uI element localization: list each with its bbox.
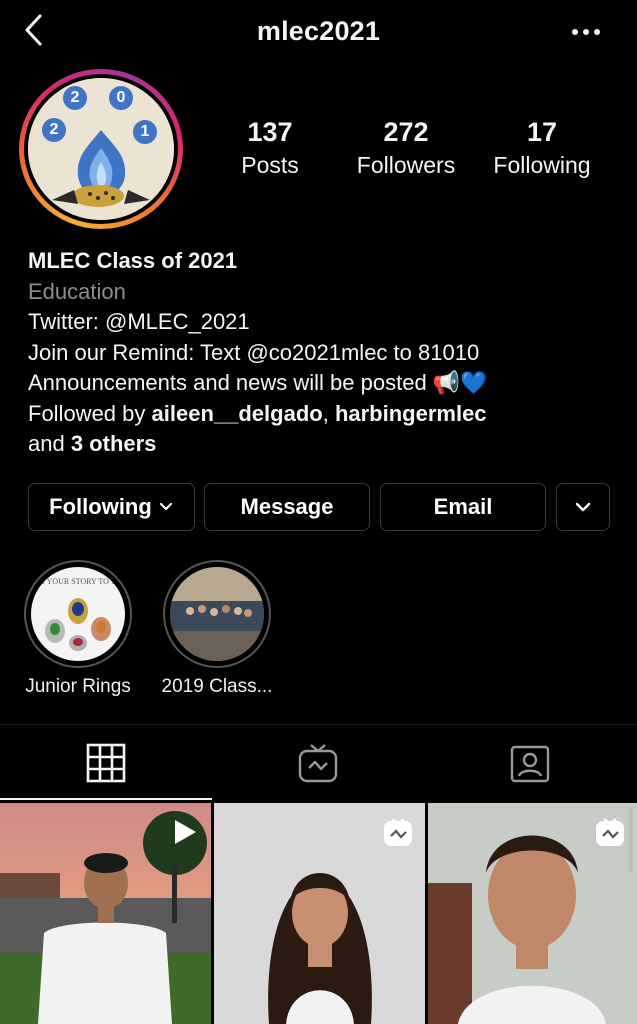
bio-line: Announcements and news will be posted 📢💙 — [28, 370, 488, 395]
highlight-label: Junior Rings — [25, 676, 131, 697]
followed-by-and: and — [28, 431, 71, 456]
profile-bio: MLEC Class of 2021 Education Twitter: @M… — [28, 246, 618, 460]
followers-count[interactable]: 272 Followers — [341, 116, 471, 180]
following-count[interactable]: 17 Following — [477, 116, 607, 180]
scrollbar[interactable] — [629, 808, 633, 872]
followed-by-user[interactable]: harbingermlec — [335, 401, 487, 426]
stat-label: Following — [493, 152, 591, 178]
igtv-icon — [298, 744, 338, 783]
following-button[interactable]: Following — [28, 483, 195, 531]
tab-tagged[interactable] — [424, 725, 636, 801]
stat-label: Followers — [356, 152, 456, 178]
posts-count[interactable]: 137 Posts — [205, 116, 335, 180]
profile-tab-bar — [0, 724, 637, 800]
chevron-down-icon — [575, 502, 591, 512]
highlight-junior-rings[interactable]: S YOUR STORY TO T Junior Rings — [18, 560, 138, 698]
highlight-cover-text: S YOUR STORY TO T — [40, 577, 116, 586]
message-button[interactable]: Message — [204, 483, 370, 531]
tab-posts-grid[interactable] — [0, 725, 212, 801]
more-options-button[interactable] — [567, 18, 607, 46]
stat-label: Posts — [241, 152, 299, 178]
highlight-label: 2019 Class... — [161, 676, 273, 697]
email-button[interactable]: Email — [380, 483, 546, 531]
highlight-cover: S YOUR STORY TO T — [31, 567, 125, 661]
play-icon — [175, 820, 196, 844]
profile-category: Education — [28, 278, 126, 304]
message-button-label: Message — [240, 494, 334, 519]
tab-igtv[interactable] — [212, 725, 424, 801]
post-tile[interactable] — [0, 803, 211, 1024]
following-button-label: Following — [49, 494, 152, 519]
group-photo-icon — [170, 567, 264, 661]
suggested-accounts-button[interactable] — [556, 483, 610, 531]
post-tile[interactable] — [428, 803, 637, 1024]
chevron-down-icon — [159, 502, 172, 511]
igtv-icon — [384, 818, 412, 846]
grid-icon — [86, 743, 126, 783]
class-logo-icon — [28, 78, 174, 220]
email-button-label: Email — [433, 494, 493, 519]
top-bar: mlec2021 — [0, 0, 637, 62]
followed-by-others-count: 3 others — [70, 431, 157, 456]
highlight-ring — [163, 560, 271, 668]
stat-value: 137 — [247, 117, 293, 147]
posts-grid — [0, 800, 637, 1024]
post-tile[interactable] — [214, 803, 425, 1024]
highlight-cover — [170, 567, 264, 661]
igtv-icon — [596, 818, 624, 846]
stat-value: 17 — [526, 117, 558, 147]
tagged-icon — [510, 745, 550, 783]
followed-by-separator: , — [322, 400, 335, 426]
followed-by-others[interactable]: and 3 others — [28, 429, 618, 460]
followed-by[interactable]: Followed by aileen__delgado, harbingerml… — [28, 399, 618, 430]
bio-line: Twitter: @MLEC_2021 — [28, 309, 250, 334]
bio-line: Join our Remind: Text @co2021mlec to 810… — [28, 339, 480, 365]
more-dots-icon — [572, 29, 600, 35]
profile-avatar[interactable] — [19, 69, 183, 229]
stat-value: 272 — [383, 117, 429, 147]
profile-display-name: MLEC Class of 2021 — [28, 248, 238, 273]
followed-by-prefix: Followed by — [28, 400, 152, 426]
avatar-image — [28, 78, 174, 220]
profile-username: mlec2021 — [256, 16, 381, 46]
highlight-ring: S YOUR STORY TO T — [24, 560, 132, 668]
followed-by-user[interactable]: aileen__delgado — [152, 401, 323, 426]
highlight-2019-class[interactable]: 2019 Class... — [157, 560, 277, 698]
